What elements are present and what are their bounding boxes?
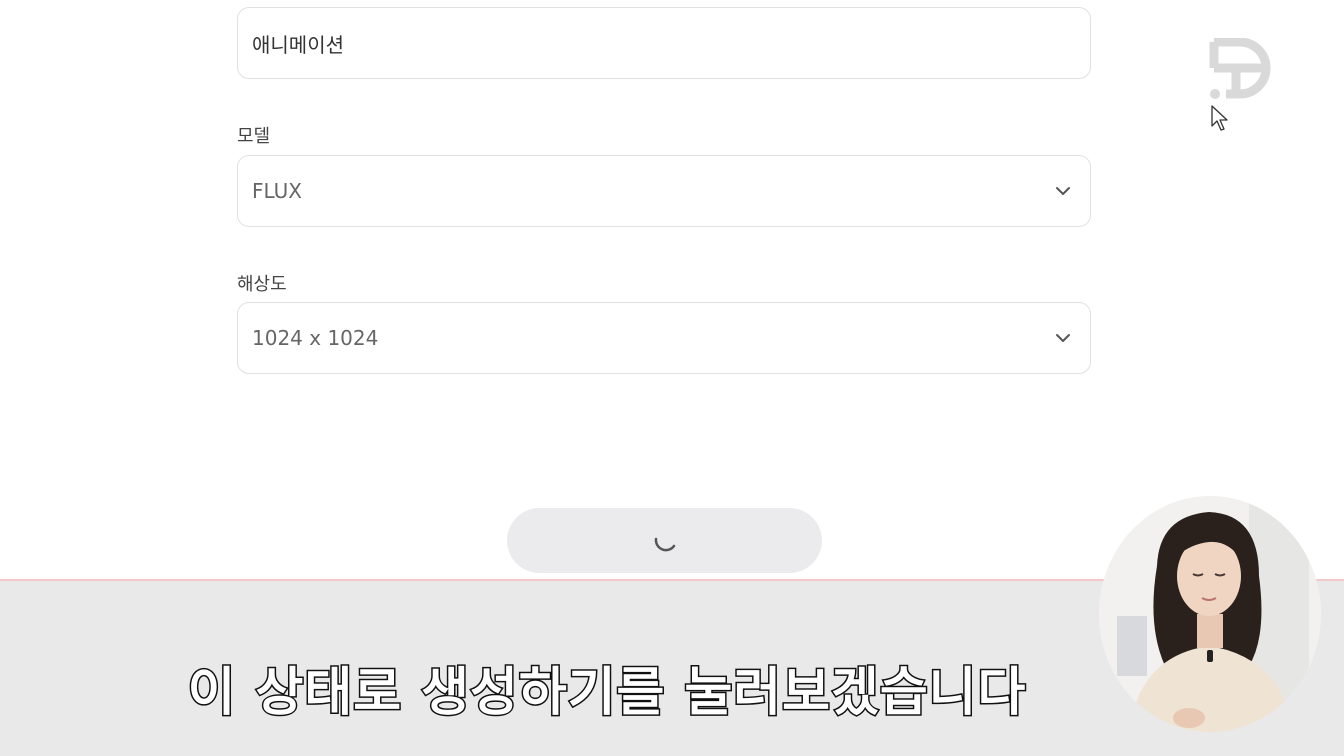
resolution-select-value: 1024 x 1024 [252, 326, 379, 350]
generate-button[interactable] [507, 508, 822, 573]
model-select[interactable]: FLUX [237, 155, 1091, 227]
presenter-image [1099, 496, 1321, 732]
spinner-icon [654, 537, 675, 551]
chevron-down-icon [1056, 334, 1070, 342]
presenter-webcam [1099, 496, 1321, 732]
resolution-select[interactable]: 1024 x 1024 [237, 302, 1091, 374]
subtitle-caption-text: 이 상태로 생성하기를 눌러보겠습니다 [186, 662, 1027, 725]
page: 애니메이션 모델 FLUX 해상도 1024 x 1024 이 상태로 생성하기 [0, 0, 1344, 756]
mouse-cursor-icon [1211, 105, 1228, 131]
channel-logo-icon [1209, 38, 1271, 99]
resolution-label: 해상도 [237, 274, 287, 295]
style-input-value: 애니메이션 [252, 32, 344, 57]
style-input[interactable]: 애니메이션 [237, 7, 1091, 79]
model-label: 모델 [237, 126, 271, 147]
model-select-value: FLUX [252, 179, 302, 203]
chevron-down-icon [1056, 187, 1070, 195]
